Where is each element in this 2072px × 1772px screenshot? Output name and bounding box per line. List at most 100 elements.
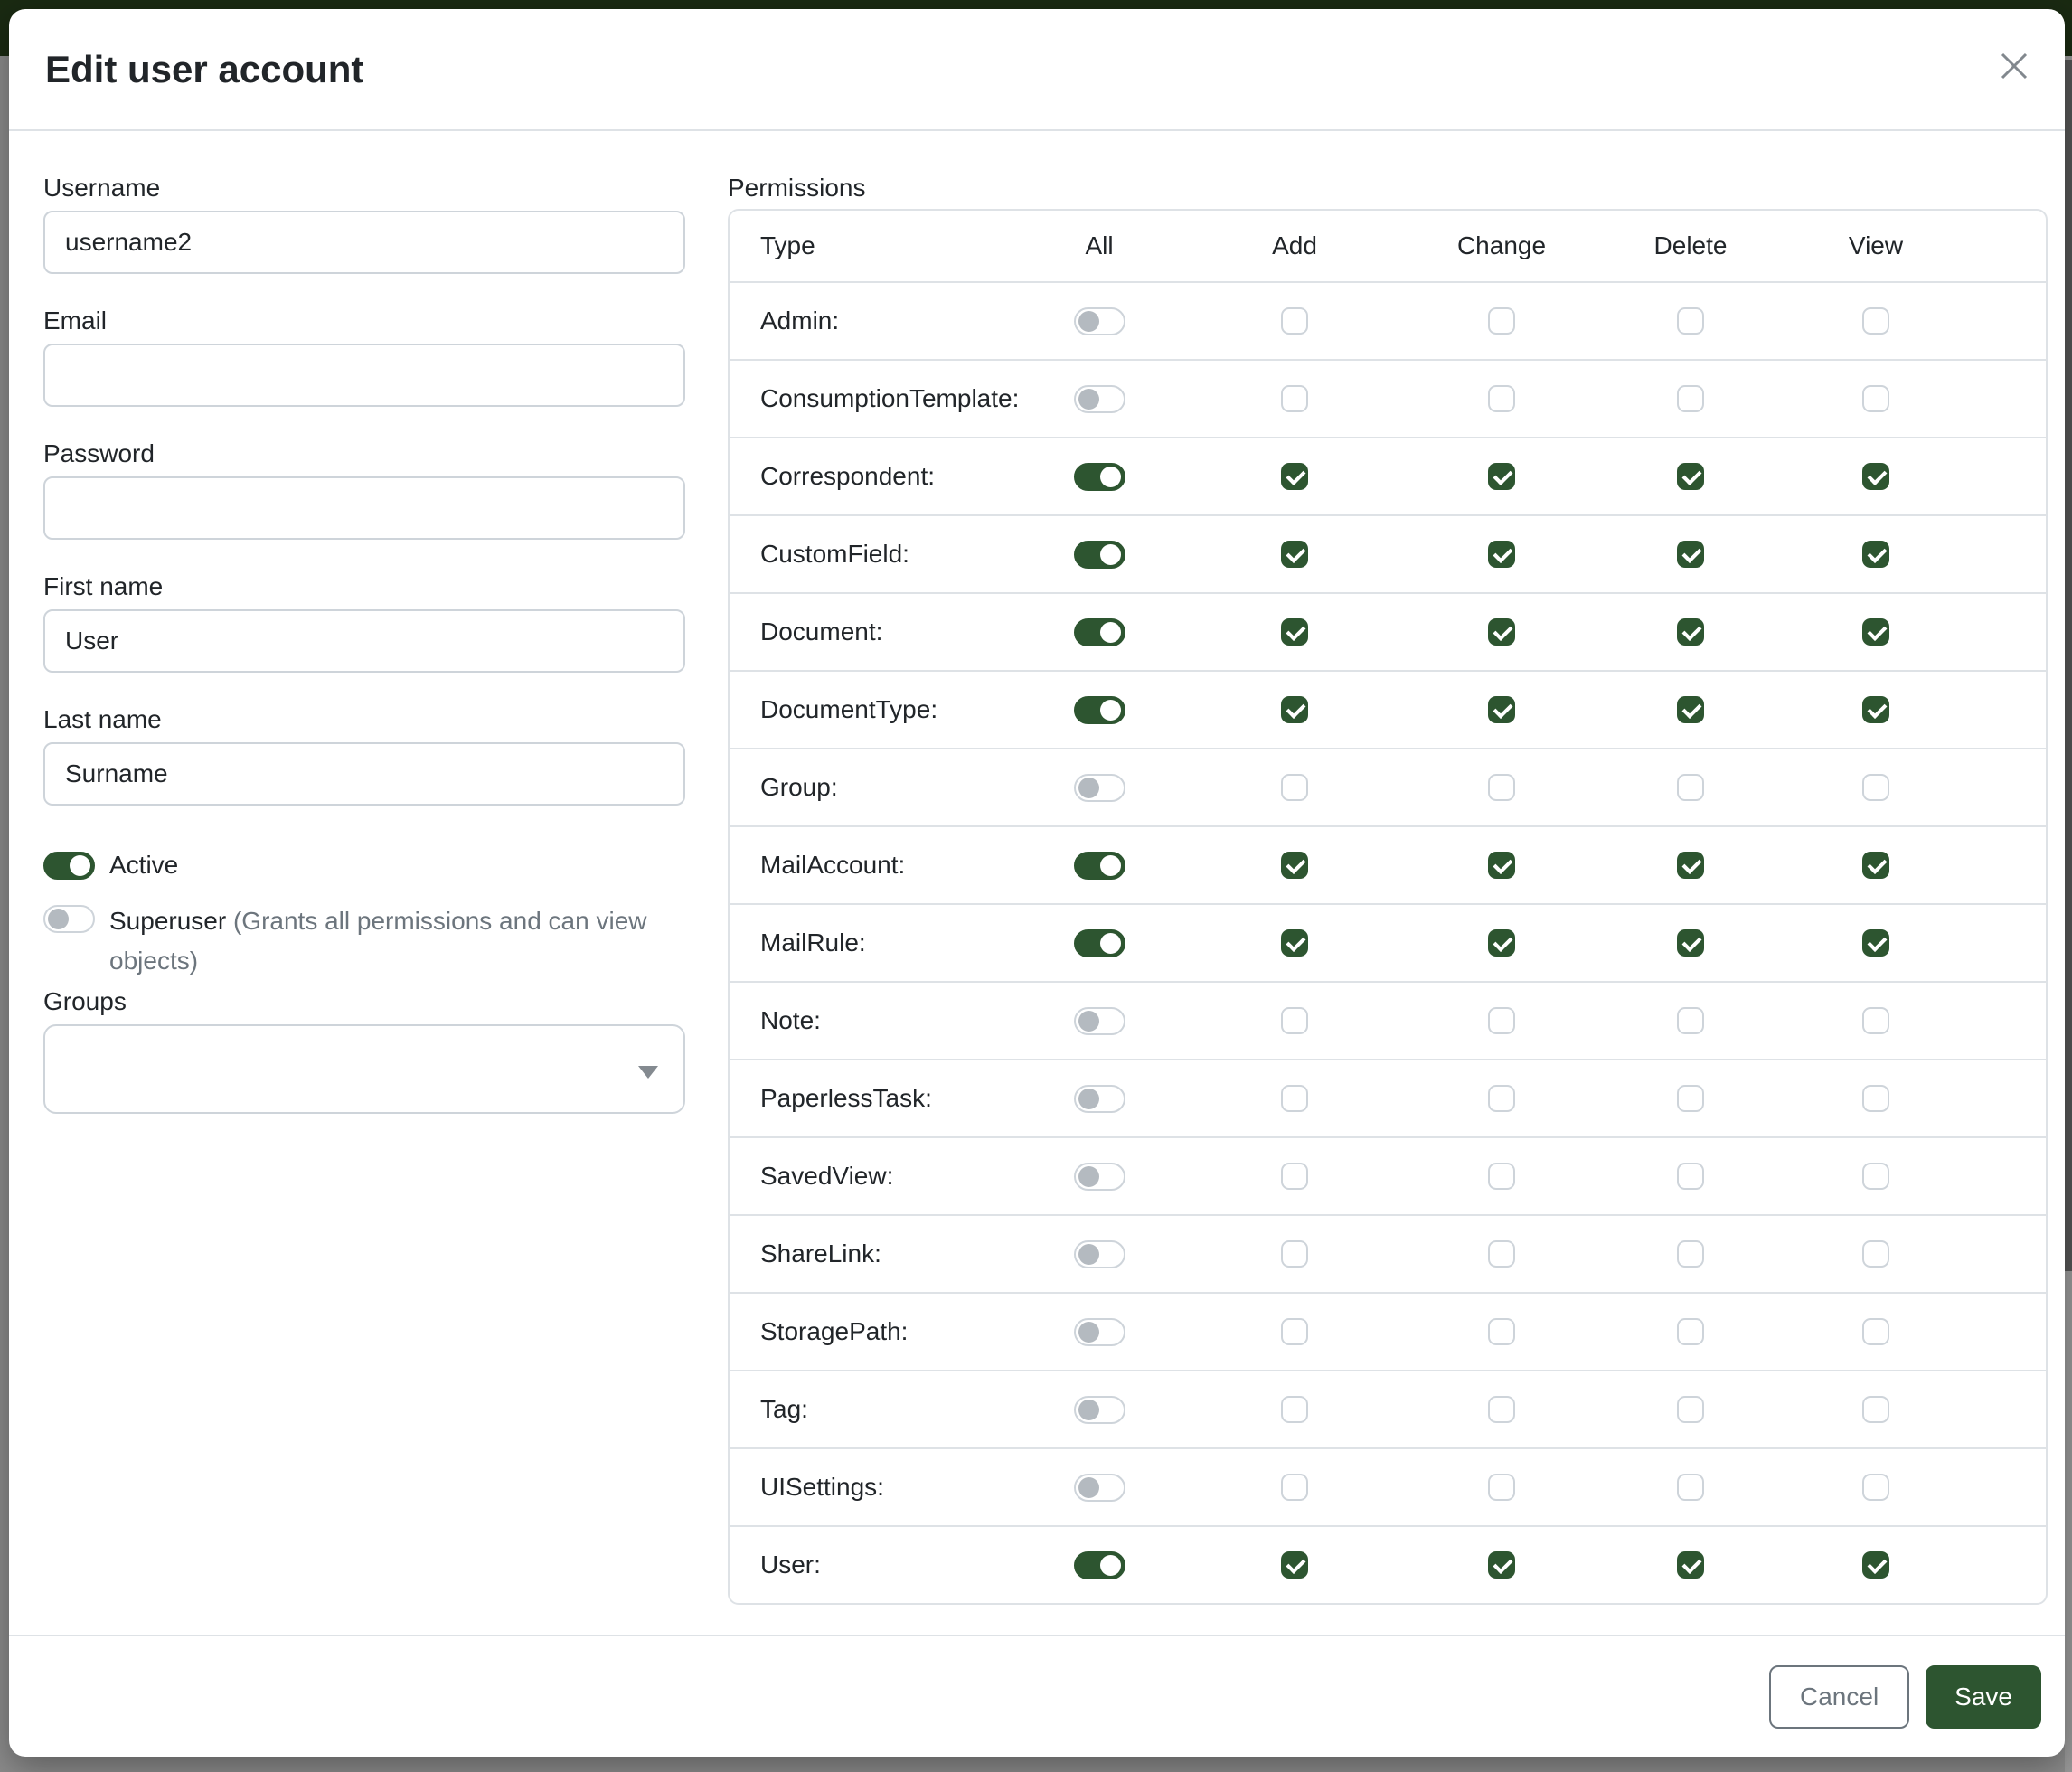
all-toggle[interactable] bbox=[1074, 541, 1125, 569]
all-toggle[interactable] bbox=[1074, 852, 1125, 880]
delete-checkbox[interactable] bbox=[1677, 696, 1704, 723]
password-input[interactable] bbox=[43, 476, 685, 540]
save-button[interactable]: Save bbox=[1926, 1665, 2041, 1729]
view-checkbox[interactable] bbox=[1862, 1085, 1889, 1112]
change-checkbox[interactable] bbox=[1488, 1318, 1515, 1345]
change-checkbox[interactable] bbox=[1488, 1240, 1515, 1268]
view-checkbox[interactable] bbox=[1862, 1474, 1889, 1501]
all-toggle[interactable] bbox=[1074, 1551, 1125, 1579]
first-name-input[interactable] bbox=[43, 609, 685, 673]
view-checkbox[interactable] bbox=[1862, 1396, 1889, 1423]
all-toggle[interactable] bbox=[1074, 1396, 1125, 1424]
superuser-toggle[interactable] bbox=[43, 905, 95, 933]
view-checkbox[interactable] bbox=[1862, 929, 1889, 957]
add-checkbox[interactable] bbox=[1281, 541, 1308, 568]
add-checkbox[interactable] bbox=[1281, 1551, 1308, 1579]
add-checkbox[interactable] bbox=[1281, 463, 1308, 490]
all-toggle[interactable] bbox=[1074, 463, 1125, 491]
delete-checkbox[interactable] bbox=[1677, 1396, 1704, 1423]
view-checkbox[interactable] bbox=[1862, 1007, 1889, 1034]
view-checkbox[interactable] bbox=[1862, 385, 1889, 412]
all-toggle[interactable] bbox=[1074, 1163, 1125, 1191]
page-scrollbar-thumb[interactable] bbox=[2065, 60, 2072, 1271]
add-checkbox[interactable] bbox=[1281, 929, 1308, 957]
add-checkbox[interactable] bbox=[1281, 1163, 1308, 1190]
add-checkbox[interactable] bbox=[1281, 852, 1308, 879]
add-checkbox[interactable] bbox=[1281, 774, 1308, 801]
delete-checkbox[interactable] bbox=[1677, 1163, 1704, 1190]
all-toggle[interactable] bbox=[1074, 618, 1125, 646]
delete-checkbox[interactable] bbox=[1677, 929, 1704, 957]
add-checkbox[interactable] bbox=[1281, 1240, 1308, 1268]
change-checkbox[interactable] bbox=[1488, 1396, 1515, 1423]
all-toggle[interactable] bbox=[1074, 774, 1125, 802]
all-toggle[interactable] bbox=[1074, 1085, 1125, 1113]
change-checkbox[interactable] bbox=[1488, 774, 1515, 801]
change-checkbox[interactable] bbox=[1488, 618, 1515, 646]
change-checkbox[interactable] bbox=[1488, 1085, 1515, 1112]
add-checkbox[interactable] bbox=[1281, 1007, 1308, 1034]
view-checkbox[interactable] bbox=[1862, 541, 1889, 568]
add-checkbox[interactable] bbox=[1281, 1396, 1308, 1423]
all-toggle[interactable] bbox=[1074, 385, 1125, 413]
view-checkbox[interactable] bbox=[1862, 1318, 1889, 1345]
delete-checkbox[interactable] bbox=[1677, 1551, 1704, 1579]
delete-checkbox[interactable] bbox=[1677, 774, 1704, 801]
view-checkbox[interactable] bbox=[1862, 618, 1889, 646]
change-checkbox[interactable] bbox=[1488, 1551, 1515, 1579]
change-checkbox[interactable] bbox=[1488, 929, 1515, 957]
last-name-input[interactable] bbox=[43, 742, 685, 806]
groups-select[interactable] bbox=[43, 1024, 685, 1114]
add-checkbox[interactable] bbox=[1281, 385, 1308, 412]
delete-checkbox[interactable] bbox=[1677, 1318, 1704, 1345]
all-toggle[interactable] bbox=[1074, 1318, 1125, 1346]
username-input[interactable] bbox=[43, 211, 685, 274]
view-checkbox[interactable] bbox=[1862, 307, 1889, 335]
view-checkbox[interactable] bbox=[1862, 774, 1889, 801]
change-checkbox[interactable] bbox=[1488, 463, 1515, 490]
delete-checkbox[interactable] bbox=[1677, 463, 1704, 490]
delete-checkbox[interactable] bbox=[1677, 385, 1704, 412]
view-checkbox[interactable] bbox=[1862, 696, 1889, 723]
change-checkbox[interactable] bbox=[1488, 696, 1515, 723]
change-checkbox[interactable] bbox=[1488, 1007, 1515, 1034]
toggle-knob bbox=[1100, 933, 1121, 954]
add-checkbox[interactable] bbox=[1281, 1318, 1308, 1345]
add-checkbox[interactable] bbox=[1281, 307, 1308, 335]
change-checkbox[interactable] bbox=[1488, 385, 1515, 412]
permissions-label: Permissions bbox=[728, 173, 2048, 203]
all-toggle[interactable] bbox=[1074, 1474, 1125, 1502]
cancel-button[interactable]: Cancel bbox=[1769, 1665, 1909, 1729]
view-checkbox[interactable] bbox=[1862, 1240, 1889, 1268]
add-checkbox[interactable] bbox=[1281, 1085, 1308, 1112]
all-toggle[interactable] bbox=[1074, 307, 1125, 335]
change-checkbox[interactable] bbox=[1488, 1474, 1515, 1501]
add-checkbox[interactable] bbox=[1281, 696, 1308, 723]
add-checkbox[interactable] bbox=[1281, 618, 1308, 646]
active-toggle[interactable] bbox=[43, 852, 95, 880]
close-button[interactable] bbox=[1989, 42, 2039, 92]
change-checkbox[interactable] bbox=[1488, 307, 1515, 335]
delete-checkbox[interactable] bbox=[1677, 307, 1704, 335]
delete-checkbox[interactable] bbox=[1677, 541, 1704, 568]
view-checkbox[interactable] bbox=[1862, 852, 1889, 879]
delete-checkbox[interactable] bbox=[1677, 852, 1704, 879]
all-toggle[interactable] bbox=[1074, 1007, 1125, 1035]
all-toggle[interactable] bbox=[1074, 1240, 1125, 1268]
view-checkbox[interactable] bbox=[1862, 1551, 1889, 1579]
view-checkbox[interactable] bbox=[1862, 1163, 1889, 1190]
delete-checkbox[interactable] bbox=[1677, 1240, 1704, 1268]
change-checkbox[interactable] bbox=[1488, 1163, 1515, 1190]
all-toggle[interactable] bbox=[1074, 696, 1125, 724]
email-input[interactable] bbox=[43, 344, 685, 407]
toggle-knob bbox=[1078, 1089, 1099, 1109]
all-toggle[interactable] bbox=[1074, 929, 1125, 957]
delete-checkbox[interactable] bbox=[1677, 1007, 1704, 1034]
change-checkbox[interactable] bbox=[1488, 541, 1515, 568]
delete-checkbox[interactable] bbox=[1677, 1085, 1704, 1112]
add-checkbox[interactable] bbox=[1281, 1474, 1308, 1501]
delete-checkbox[interactable] bbox=[1677, 618, 1704, 646]
change-checkbox[interactable] bbox=[1488, 852, 1515, 879]
delete-checkbox[interactable] bbox=[1677, 1474, 1704, 1501]
view-checkbox[interactable] bbox=[1862, 463, 1889, 490]
